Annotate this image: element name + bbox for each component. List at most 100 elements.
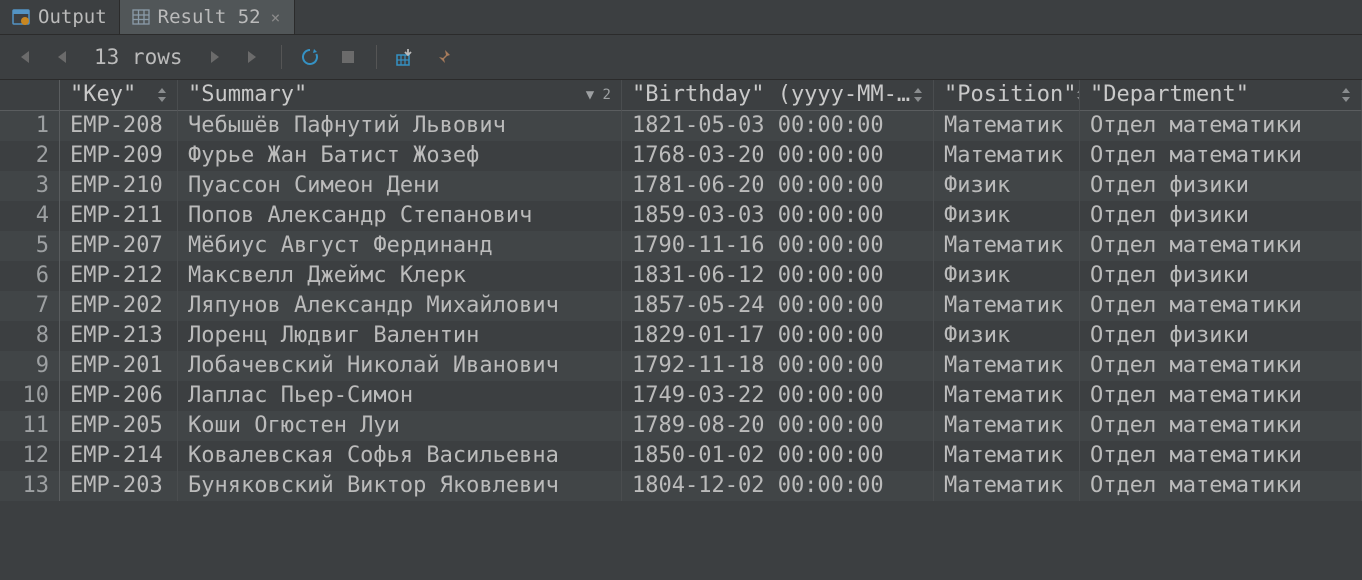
cell-position[interactable]: Математик — [934, 351, 1080, 381]
cell-position[interactable]: Физик — [934, 201, 1080, 231]
first-page-button[interactable] — [12, 45, 36, 69]
cell-key[interactable]: EMP-212 — [60, 261, 178, 291]
column-header[interactable]: "Department" — [1080, 80, 1362, 111]
cell-department[interactable]: Отдел математики — [1080, 441, 1362, 471]
cell-department[interactable]: Отдел физики — [1080, 171, 1362, 201]
column-label: "Position" — [944, 80, 1076, 110]
cell-birthday[interactable]: 1859-03-03 00:00:00 — [622, 201, 934, 231]
corner-cell — [0, 80, 60, 111]
cell-position[interactable]: Математик — [934, 441, 1080, 471]
close-icon[interactable]: × — [269, 8, 283, 27]
refresh-button[interactable] — [298, 45, 322, 69]
cell-summary[interactable]: Пуассон Симеон Дени — [178, 171, 622, 201]
row-number: 2 — [0, 141, 60, 171]
cell-department[interactable]: Отдел математики — [1080, 351, 1362, 381]
cell-department[interactable]: Отдел математики — [1080, 141, 1362, 171]
cell-summary[interactable]: Максвелл Джеймс Клерк — [178, 261, 622, 291]
cell-birthday[interactable]: 1789-08-20 00:00:00 — [622, 411, 934, 441]
cell-summary[interactable]: Лобачевский Николай Иванович — [178, 351, 622, 381]
next-page-button[interactable] — [203, 45, 227, 69]
cell-position[interactable]: Математик — [934, 411, 1080, 441]
cell-key[interactable]: EMP-201 — [60, 351, 178, 381]
cell-key[interactable]: EMP-209 — [60, 141, 178, 171]
last-page-button[interactable] — [241, 45, 265, 69]
cell-birthday[interactable]: 1790-11-16 00:00:00 — [622, 231, 934, 261]
cell-key[interactable]: EMP-208 — [60, 111, 178, 141]
cell-position[interactable]: Физик — [934, 321, 1080, 351]
cell-key[interactable]: EMP-210 — [60, 171, 178, 201]
cell-key[interactable]: EMP-206 — [60, 381, 178, 411]
column-label: "Key" — [70, 80, 157, 110]
tab-label: Output — [38, 6, 107, 28]
column-label: "Summary" — [188, 80, 586, 110]
row-number: 13 — [0, 471, 60, 501]
cell-birthday[interactable]: 1831-06-12 00:00:00 — [622, 261, 934, 291]
cell-key[interactable]: EMP-213 — [60, 321, 178, 351]
column-header[interactable]: "Birthday" (yyyy-MM-… — [622, 80, 934, 111]
cell-position[interactable]: Математик — [934, 381, 1080, 411]
column-header[interactable]: "Position" — [934, 80, 1080, 111]
cell-position[interactable]: Физик — [934, 171, 1080, 201]
cell-birthday[interactable]: 1749-03-22 00:00:00 — [622, 381, 934, 411]
output-icon — [12, 8, 30, 26]
cell-summary[interactable]: Буняковский Виктор Яковлевич — [178, 471, 622, 501]
cell-key[interactable]: EMP-203 — [60, 471, 178, 501]
stop-button[interactable] — [336, 45, 360, 69]
cell-department[interactable]: Отдел математики — [1080, 111, 1362, 141]
toolbar: 13 rows — [0, 35, 1362, 80]
cell-summary[interactable]: Ляпунов Александр Михайлович — [178, 291, 622, 321]
cell-department[interactable]: Отдел физики — [1080, 321, 1362, 351]
cell-key[interactable]: EMP-207 — [60, 231, 178, 261]
row-number: 4 — [0, 201, 60, 231]
cell-summary[interactable]: Попов Александр Степанович — [178, 201, 622, 231]
cell-summary[interactable]: Фурье Жан Батист Жозеф — [178, 141, 622, 171]
cell-department[interactable]: Отдел математики — [1080, 381, 1362, 411]
cell-birthday[interactable]: 1781-06-20 00:00:00 — [622, 171, 934, 201]
cell-department[interactable]: Отдел физики — [1080, 261, 1362, 291]
cell-department[interactable]: Отдел математики — [1080, 291, 1362, 321]
column-header[interactable]: "Key" — [60, 80, 178, 111]
cell-key[interactable]: EMP-202 — [60, 291, 178, 321]
row-number: 7 — [0, 291, 60, 321]
cell-department[interactable]: Отдел математики — [1080, 411, 1362, 441]
cell-summary[interactable]: Лоренц Людвиг Валентин — [178, 321, 622, 351]
cell-key[interactable]: EMP-205 — [60, 411, 178, 441]
cell-department[interactable]: Отдел физики — [1080, 201, 1362, 231]
cell-position[interactable]: Математик — [934, 111, 1080, 141]
cell-position[interactable]: Физик — [934, 261, 1080, 291]
cell-summary[interactable]: Лаплас Пьер-Симон — [178, 381, 622, 411]
pin-button[interactable] — [431, 45, 455, 69]
cell-summary[interactable]: Мёбиус Август Фердинанд — [178, 231, 622, 261]
table-icon — [132, 8, 150, 26]
cell-position[interactable]: Математик — [934, 141, 1080, 171]
cell-birthday[interactable]: 1792-11-18 00:00:00 — [622, 351, 934, 381]
row-number: 3 — [0, 171, 60, 201]
cell-birthday[interactable]: 1829-01-17 00:00:00 — [622, 321, 934, 351]
export-button[interactable] — [393, 45, 417, 69]
cell-position[interactable]: Математик — [934, 471, 1080, 501]
cell-birthday[interactable]: 1768-03-20 00:00:00 — [622, 141, 934, 171]
result-grid: "Key" "Summary"▼ 2"Birthday" (yyyy-MM-… "P… — [0, 80, 1362, 501]
cell-department[interactable]: Отдел математики — [1080, 471, 1362, 501]
cell-summary[interactable]: Ковалевская Софья Васильевна — [178, 441, 622, 471]
row-number: 6 — [0, 261, 60, 291]
cell-birthday[interactable]: 1857-05-24 00:00:00 — [622, 291, 934, 321]
row-number: 9 — [0, 351, 60, 381]
row-number: 12 — [0, 441, 60, 471]
cell-birthday[interactable]: 1821-05-03 00:00:00 — [622, 111, 934, 141]
cell-position[interactable]: Математик — [934, 291, 1080, 321]
tab-label: Result 52 — [158, 6, 261, 28]
cell-department[interactable]: Отдел математики — [1080, 231, 1362, 261]
cell-key[interactable]: EMP-211 — [60, 201, 178, 231]
tab-output[interactable]: Output — [0, 0, 120, 34]
tab-result[interactable]: Result 52 × — [120, 0, 296, 34]
column-header[interactable]: "Summary"▼ 2 — [178, 80, 622, 111]
cell-birthday[interactable]: 1804-12-02 00:00:00 — [622, 471, 934, 501]
row-number: 11 — [0, 411, 60, 441]
cell-birthday[interactable]: 1850-01-02 00:00:00 — [622, 441, 934, 471]
cell-key[interactable]: EMP-214 — [60, 441, 178, 471]
prev-page-button[interactable] — [50, 45, 74, 69]
cell-position[interactable]: Математик — [934, 231, 1080, 261]
cell-summary[interactable]: Чебышёв Пафнутий Львович — [178, 111, 622, 141]
cell-summary[interactable]: Коши Огюстен Луи — [178, 411, 622, 441]
